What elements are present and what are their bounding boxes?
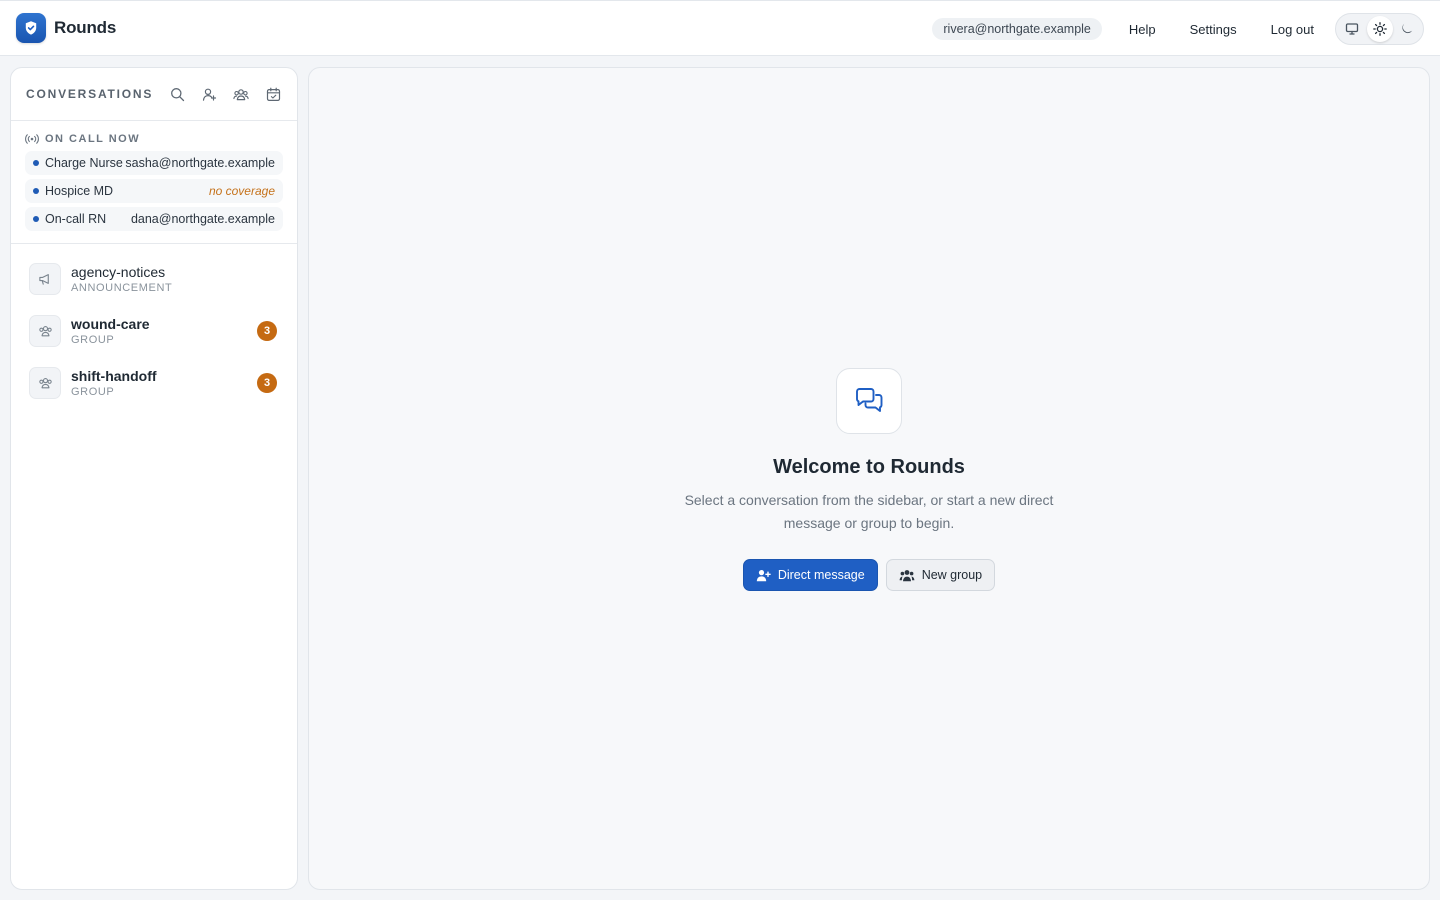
conversation-name: agency-notices [71, 263, 166, 280]
theme-toggle [1335, 13, 1424, 45]
status-dot [33, 160, 39, 166]
status-dot [33, 216, 39, 222]
unread-badge: 3 [257, 373, 277, 393]
main-panel: Welcome to Rounds Select a conversation … [308, 67, 1430, 890]
on-call-title: ON CALL NOW [45, 133, 141, 145]
conversation-name: shift-handoff [71, 367, 157, 384]
new-group-button[interactable]: New group [885, 559, 996, 591]
search-icon[interactable] [161, 78, 193, 110]
conversation-kind: ANNOUNCEMENT [71, 281, 173, 294]
group-icon [29, 315, 61, 347]
monitor-icon[interactable] [1339, 16, 1365, 42]
welcome-description: Select a conversation from the sidebar, … [684, 492, 1054, 531]
on-call-contact: sasha@northgate.example [125, 156, 275, 170]
calendar-icon[interactable] [257, 78, 289, 110]
conversation-list: agency-notices ANNOUNCEMENT wound-care G… [11, 244, 297, 406]
conversation-kind: GROUP [71, 385, 115, 398]
new-group-icon[interactable] [225, 78, 257, 110]
app-name: Rounds [54, 18, 117, 37]
direct-message-label: Direct message [777, 568, 865, 582]
announcement-icon[interactable] [289, 78, 297, 110]
role-label: Charge Nurse [45, 156, 123, 170]
conversation-agency-notices[interactable]: agency-notices ANNOUNCEMENT [21, 256, 287, 302]
welcome-empty-state: Welcome to Rounds Select a conversation … [309, 368, 1429, 591]
conversation-kind: GROUP [71, 333, 115, 346]
logout-link[interactable]: Log out [1254, 22, 1331, 37]
settings-link[interactable]: Settings [1173, 22, 1254, 37]
welcome-title: Welcome to Rounds [773, 456, 965, 478]
moon-icon[interactable] [1394, 16, 1420, 42]
sidebar-title: CONVERSATIONS [26, 87, 154, 101]
chat-bubbles-icon [836, 368, 902, 434]
sun-icon[interactable] [1366, 16, 1393, 42]
direct-message-button[interactable]: Direct message [742, 559, 878, 591]
add-user-icon [756, 569, 771, 581]
sidebar-header: CONVERSATIONS [11, 68, 297, 121]
conversation-name: wound-care [71, 315, 150, 332]
unread-badge: 3 [257, 321, 277, 341]
on-call-row-on-call-rn[interactable]: On-call RN dana@northgate.example [25, 207, 283, 231]
group-icon [29, 367, 61, 399]
shield-logo-icon [16, 13, 46, 43]
sidebar: CONVERSATIONS ON CALL NOW Charge Nurse s… [10, 67, 298, 890]
header-actions: rivera@northgate.example Help Settings L… [932, 1, 1424, 57]
on-call-row-charge-nurse[interactable]: Charge Nurse sasha@northgate.example [25, 151, 283, 175]
role-label: On-call RN [45, 212, 107, 226]
brand[interactable]: Rounds [16, 13, 116, 43]
welcome-actions: Direct message New group [742, 559, 996, 591]
new-dm-icon[interactable] [193, 78, 225, 110]
megaphone-icon [29, 263, 61, 295]
conversation-text: wound-care GROUP [71, 316, 150, 347]
role-label: Hospice MD [45, 184, 114, 198]
broadcast-icon [25, 134, 39, 144]
on-call-section: ON CALL NOW Charge Nurse sasha@northgate… [11, 121, 297, 244]
help-link[interactable]: Help [1112, 22, 1173, 37]
on-call-row-hospice-md[interactable]: Hospice MD no coverage [25, 179, 283, 203]
conversation-shift-handoff[interactable]: shift-handoff GROUP 3 [21, 360, 287, 406]
top-bar: Rounds rivera@northgate.example Help Set… [0, 0, 1440, 56]
on-call-role: Hospice MD [33, 184, 113, 198]
no-coverage-label: no coverage [208, 184, 275, 198]
conversation-text: agency-notices ANNOUNCEMENT [71, 264, 172, 295]
on-call-role: Charge Nurse [33, 156, 123, 170]
conversation-text: shift-handoff GROUP [71, 368, 157, 399]
on-call-role: On-call RN [33, 212, 106, 226]
on-call-heading: ON CALL NOW [25, 133, 283, 145]
new-group-label: New group [921, 568, 983, 582]
users-icon [899, 569, 915, 581]
conversation-wound-care[interactable]: wound-care GROUP 3 [21, 308, 287, 354]
on-call-contact: dana@northgate.example [130, 212, 275, 226]
user-email-pill: rivera@northgate.example [932, 18, 1102, 40]
status-dot [33, 188, 39, 194]
